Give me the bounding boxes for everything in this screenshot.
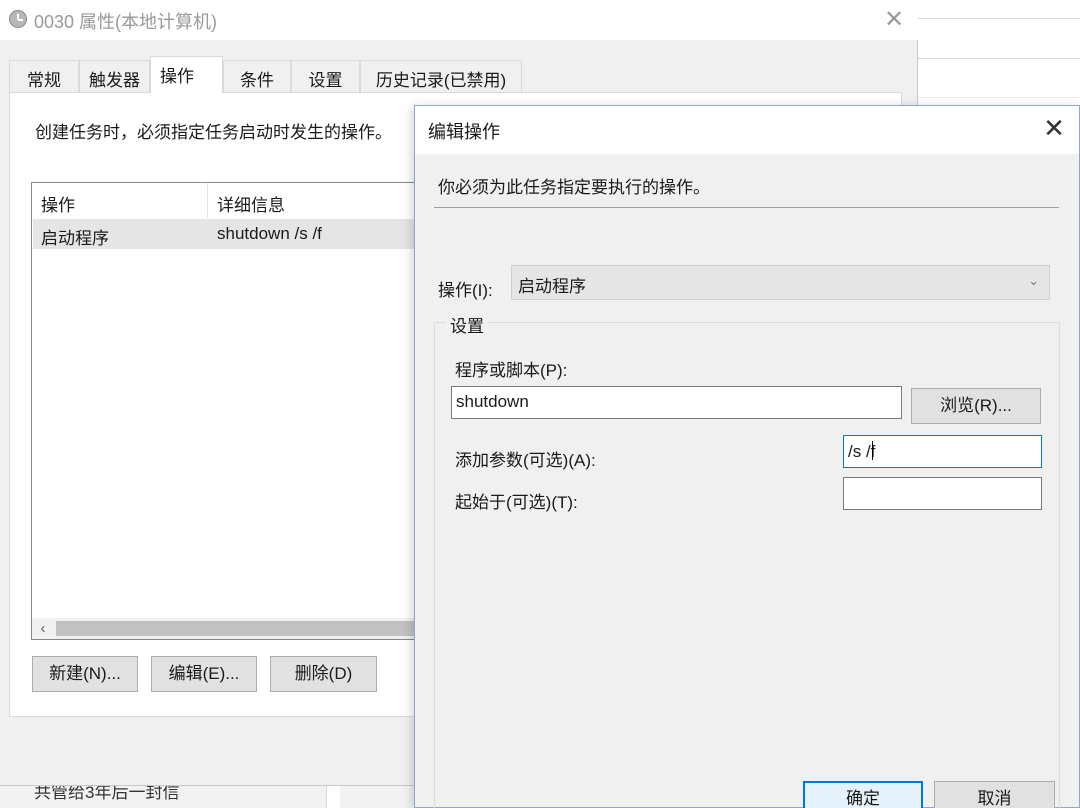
arguments-input[interactable]: /s /f xyxy=(843,435,1042,468)
start-in-label: 起始于(可选)(T): xyxy=(455,493,578,512)
scroll-left-icon[interactable]: ‹ xyxy=(32,618,54,639)
start-in-input[interactable] xyxy=(843,477,1042,510)
dialog-body: 你必须为此任务指定要执行的操作。 操作(I): 启动程序 ⌄ 设置 程序或脚本(… xyxy=(415,154,1079,808)
dialog-title: 编辑操作 xyxy=(428,122,500,142)
actions-list[interactable]: 操作 详细信息 启动程序 shutdown /s /f ‹ xyxy=(31,182,436,640)
tab-conditions[interactable]: 条件 xyxy=(223,60,291,92)
cancel-button[interactable]: 取消 xyxy=(934,781,1055,808)
column-header-details[interactable]: 详细信息 xyxy=(217,191,285,216)
edit-action-dialog: 编辑操作 ✕ 你必须为此任务指定要执行的操作。 操作(I): 启动程序 ⌄ 设置… xyxy=(414,105,1080,808)
cell-details: shutdown /s /f xyxy=(217,224,322,243)
title-bar: 0030 属性(本地计算机) ✕ xyxy=(0,0,918,40)
actions-description: 创建任务时，必须指定任务启动时发生的操作。 xyxy=(35,123,392,142)
list-header: 操作 详细信息 xyxy=(32,183,430,218)
cell-action: 启动程序 xyxy=(41,229,109,248)
delete-button[interactable]: 删除(D) xyxy=(270,656,377,692)
close-icon[interactable]: ✕ xyxy=(1037,114,1071,144)
program-input[interactable]: shutdown xyxy=(451,386,902,419)
arguments-value: /s /f xyxy=(848,442,876,461)
list-row[interactable]: 启动程序 shutdown /s /f xyxy=(33,219,431,249)
background-divider xyxy=(918,58,1080,59)
tab-triggers[interactable]: 触发器 xyxy=(79,60,150,92)
tab-history[interactable]: 历史记录(已禁用) xyxy=(360,60,522,92)
separator xyxy=(434,207,1059,208)
action-select-value: 启动程序 xyxy=(518,277,586,296)
new-button[interactable]: 新建(N)... xyxy=(32,656,138,692)
text-caret xyxy=(872,441,874,460)
column-header-action[interactable]: 操作 xyxy=(41,191,75,216)
task-clock-icon xyxy=(9,10,27,28)
tab-actions[interactable]: 操作 xyxy=(150,56,223,93)
scroll-thumb[interactable] xyxy=(56,621,436,636)
tab-settings[interactable]: 设置 xyxy=(291,60,360,92)
program-label: 程序或脚本(P): xyxy=(455,361,568,380)
tab-general[interactable]: 常规 xyxy=(9,60,79,92)
background-divider xyxy=(918,97,1080,98)
browse-button[interactable]: 浏览(R)... xyxy=(911,388,1041,424)
window-title: 0030 属性(本地计算机) xyxy=(34,12,218,32)
column-separator[interactable] xyxy=(207,183,208,218)
close-icon[interactable]: ✕ xyxy=(878,4,910,34)
chevron-down-icon: ⌄ xyxy=(1028,274,1039,289)
action-label: 操作(I): xyxy=(438,281,493,300)
settings-group-label: 设置 xyxy=(446,312,488,337)
arguments-label: 添加参数(可选)(A): xyxy=(455,451,596,470)
background-divider xyxy=(918,18,1080,19)
action-select[interactable]: 启动程序 ⌄ xyxy=(511,265,1050,300)
horizontal-scrollbar[interactable]: ‹ xyxy=(32,618,436,639)
ok-button[interactable]: 确定 xyxy=(803,781,923,808)
dialog-instructions: 你必须为此任务指定要执行的操作。 xyxy=(438,178,710,197)
edit-button[interactable]: 编辑(E)... xyxy=(151,656,257,692)
